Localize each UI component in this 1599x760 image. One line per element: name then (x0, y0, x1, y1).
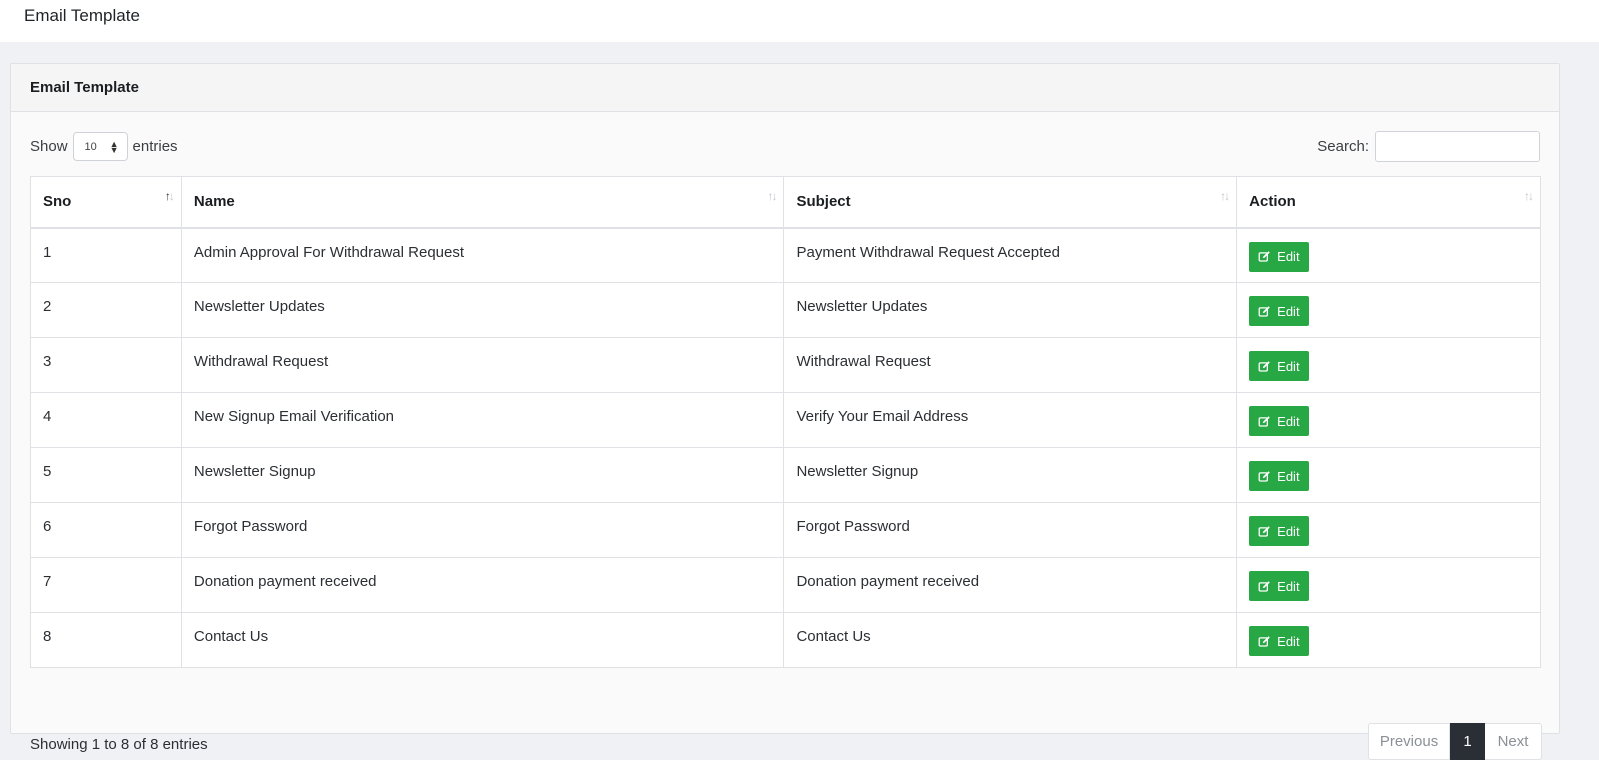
pagination-previous[interactable]: Previous (1368, 723, 1450, 760)
show-label: Show (30, 138, 68, 155)
cell-action: Edit (1236, 227, 1541, 283)
cell-name: New Signup Email Verification (180, 392, 785, 448)
entries-length-control: Show 10 ▲ ▼ entries (30, 132, 178, 161)
email-template-table: Sno ↑↓ Name ↑↓ Subject ↑↓ Action ↑↓ 1 Ad… (30, 176, 1541, 668)
edit-icon (1258, 305, 1270, 317)
cell-action: Edit (1236, 612, 1541, 668)
edit-button[interactable]: Edit (1249, 571, 1309, 601)
table-header-row: Sno ↑↓ Name ↑↓ Subject ↑↓ Action ↑↓ (30, 176, 1541, 229)
cell-action: Edit (1236, 447, 1541, 503)
page-scrollbar[interactable] (1588, 42, 1599, 758)
pagination-page-1[interactable]: 1 (1450, 723, 1485, 760)
cell-name: Forgot Password (180, 502, 785, 558)
search-input[interactable] (1375, 131, 1540, 162)
table-row: 2 Newsletter Updates Newsletter Updates … (30, 282, 1541, 338)
table-row: 3 Withdrawal Request Withdrawal Request … (30, 337, 1541, 393)
cell-sno: 7 (30, 557, 182, 613)
cell-name: Newsletter Signup (180, 447, 785, 503)
card-title: Email Template (11, 64, 1559, 112)
cell-action: Edit (1236, 502, 1541, 558)
table-row: 1 Admin Approval For Withdrawal Request … (30, 227, 1541, 283)
edit-icon (1258, 635, 1270, 647)
cell-subject: Donation payment received (783, 557, 1238, 613)
edit-button[interactable]: Edit (1249, 461, 1309, 491)
cell-name: Donation payment received (180, 557, 785, 613)
cell-subject: Payment Withdrawal Request Accepted (783, 227, 1238, 283)
cell-sno: 8 (30, 612, 182, 668)
cell-subject: Contact Us (783, 612, 1238, 668)
pagination-next[interactable]: Next (1485, 723, 1542, 760)
sort-icon: ↑↓ (767, 189, 777, 203)
cell-action: Edit (1236, 392, 1541, 448)
table-body: 1 Admin Approval For Withdrawal Request … (30, 227, 1541, 668)
table-row: 7 Donation payment received Donation pay… (30, 557, 1541, 613)
pagination: Previous 1 Next (1368, 723, 1542, 760)
column-header-name[interactable]: Name ↑↓ (180, 176, 785, 229)
edit-button[interactable]: Edit (1249, 516, 1309, 546)
table-row: 5 Newsletter Signup Newsletter Signup Ed… (30, 447, 1541, 503)
column-header-subject[interactable]: Subject ↑↓ (783, 176, 1238, 229)
select-arrows-icon: ▲ ▼ (109, 138, 119, 155)
sort-icon: ↑↓ (164, 189, 175, 203)
table-row: 6 Forgot Password Forgot Password Edit (30, 502, 1541, 558)
column-header-sno[interactable]: Sno ↑↓ (30, 176, 182, 229)
cell-subject: Withdrawal Request (783, 337, 1238, 393)
entries-label: entries (132, 138, 178, 155)
cell-sno: 6 (30, 502, 182, 558)
cell-sno: 2 (30, 282, 182, 338)
cell-name: Contact Us (180, 612, 785, 668)
edit-icon (1258, 360, 1270, 372)
cell-subject: Newsletter Updates (783, 282, 1238, 338)
email-template-card: Email Template Show 10 ▲ ▼ entries Search… (10, 63, 1560, 760)
edit-button[interactable]: Edit (1249, 296, 1309, 326)
entries-select[interactable]: 10 ▲ ▼ (72, 132, 128, 161)
cell-subject: Newsletter Signup (783, 447, 1238, 503)
cell-name: Withdrawal Request (180, 337, 785, 393)
edit-button[interactable]: Edit (1249, 241, 1309, 272)
cell-sno: 1 (30, 227, 182, 283)
cell-action: Edit (1236, 557, 1541, 613)
column-header-action[interactable]: Action ↑↓ (1236, 176, 1541, 229)
table-info: Showing 1 to 8 of 8 entries (30, 736, 208, 753)
search-label: Search: (1317, 138, 1369, 155)
cell-subject: Verify Your Email Address (783, 392, 1238, 448)
edit-icon (1258, 415, 1270, 427)
edit-icon (1258, 525, 1270, 537)
cell-sno: 3 (30, 337, 182, 393)
cell-sno: 5 (30, 447, 182, 503)
cell-sno: 4 (30, 392, 182, 448)
page-title: Email Template (24, 6, 140, 25)
top-bar: Email Template (0, 0, 1599, 42)
edit-button[interactable]: Edit (1249, 351, 1309, 381)
table-row: 8 Contact Us Contact Us Edit (30, 612, 1541, 668)
cell-action: Edit (1236, 337, 1541, 393)
cell-name: Newsletter Updates (180, 282, 785, 338)
edit-icon (1258, 580, 1270, 592)
cell-subject: Forgot Password (783, 502, 1238, 558)
sort-icon: ↑↓ (1220, 189, 1230, 203)
edit-icon (1258, 470, 1270, 482)
card-body: Show 10 ▲ ▼ entries Search: Sno ↑↓ Name … (11, 112, 1559, 760)
edit-button[interactable]: Edit (1249, 626, 1309, 656)
entries-select-value: 10 (84, 140, 97, 153)
edit-icon (1258, 251, 1270, 262)
search-control: Search: (1317, 131, 1540, 162)
table-row: 4 New Signup Email Verification Verify Y… (30, 392, 1541, 448)
cell-action: Edit (1236, 282, 1541, 338)
cell-name: Admin Approval For Withdrawal Request (180, 227, 785, 283)
sort-icon: ↑↓ (1524, 189, 1534, 203)
edit-button[interactable]: Edit (1249, 406, 1309, 436)
